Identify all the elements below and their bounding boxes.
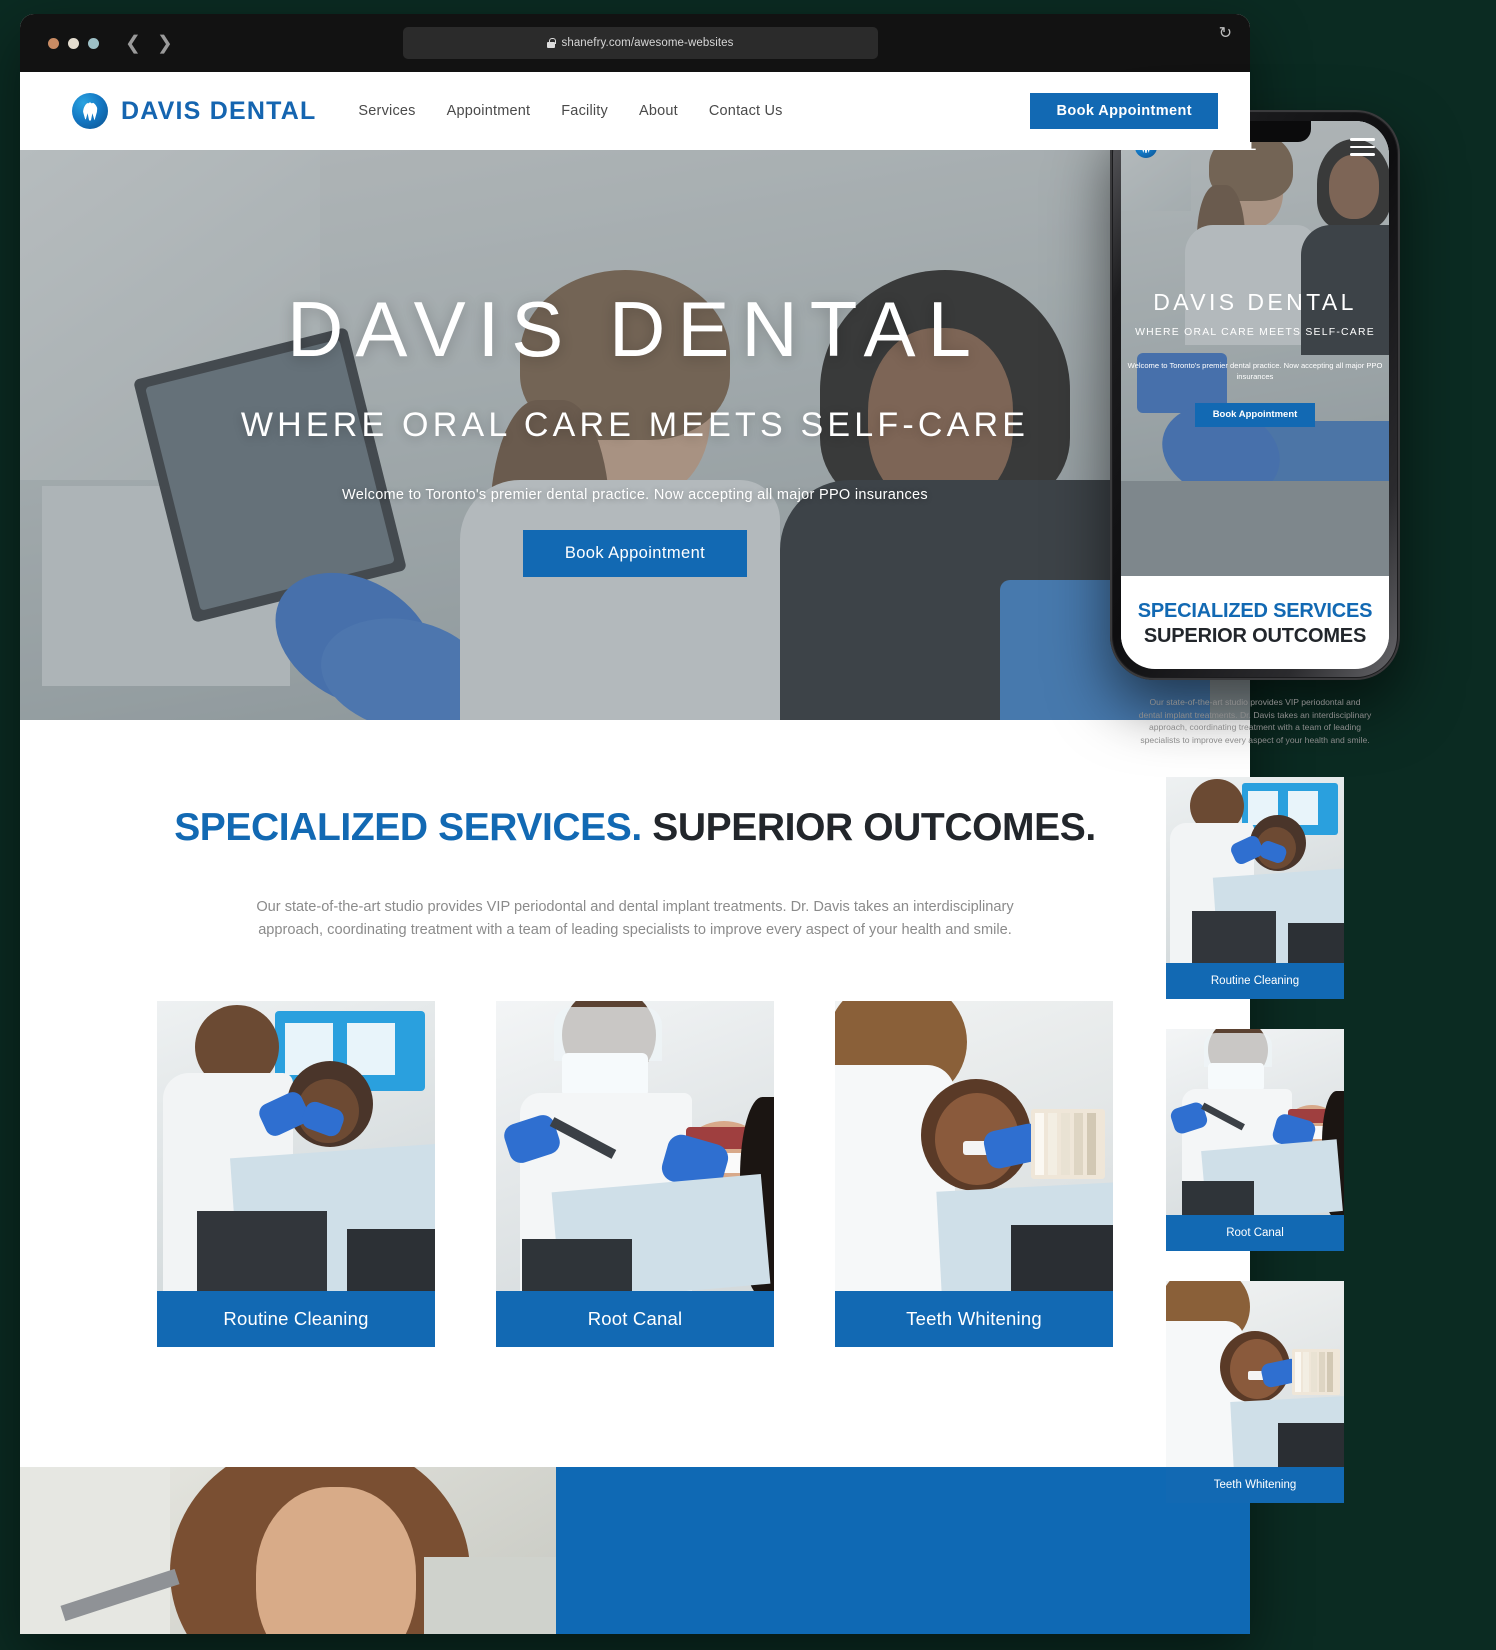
mobile-overflow-content: Our state-of-the-art studio provides VIP…	[1110, 690, 1400, 1590]
mobile-service-card-label: Routine Cleaning	[1166, 962, 1344, 999]
hero-title: DAVIS DENTAL	[287, 285, 983, 373]
mobile-services-paragraph: Our state-of-the-art studio provides VIP…	[1138, 697, 1372, 746]
service-card[interactable]: Root Canal	[496, 1001, 774, 1348]
mobile-service-card[interactable]: Root Canal	[1166, 1028, 1344, 1251]
nav-item-about[interactable]: About	[639, 103, 678, 119]
services-heading-accent: SPECIALIZED SERVICES.	[174, 806, 642, 849]
wellbeing-photo	[20, 1467, 556, 1634]
mobile-hero-subtitle: WHERE ORAL CARE MEETS SELF-CARE	[1135, 327, 1375, 338]
nav-item-services[interactable]: Services	[358, 103, 415, 119]
hero-description: Welcome to Toronto's premier dental prac…	[342, 487, 928, 503]
nav-item-appointment[interactable]: Appointment	[447, 103, 531, 119]
nav-book-appointment-button[interactable]: Book Appointment	[1030, 93, 1218, 129]
mobile-services-section: SPECIALIZED SERVICES SUPERIOR OUTCOMES	[1121, 576, 1389, 648]
browser-chrome-bar: ❮ ❯ shanefry.com/awesome-websites ↻	[20, 14, 1250, 72]
service-card-label: Routine Cleaning	[157, 1291, 435, 1348]
maximize-window-button[interactable]	[88, 37, 99, 49]
services-paragraph: Our state-of-the-art studio provides VIP…	[256, 899, 1014, 938]
service-card-image	[835, 1001, 1113, 1292]
brand-name: DAVIS DENTAL	[121, 96, 317, 125]
service-card-label: Teeth Whitening	[835, 1291, 1113, 1348]
minimize-window-button[interactable]	[68, 37, 79, 49]
url-text: shanefry.com/awesome-websites	[561, 37, 734, 49]
nav-item-facility[interactable]: Facility	[561, 103, 608, 119]
service-card-image	[496, 1001, 774, 1292]
service-cards: Routine Cleaning Root Canal Teeth Whiten…	[20, 1001, 1250, 1467]
hero-subtitle: WHERE ORAL CARE MEETS SELF-CARE	[240, 406, 1030, 444]
forward-icon[interactable]: ❯	[157, 34, 173, 53]
phone-mockup: DAVIS DENTAL WHERE ORAL CARE MEETS SELF-…	[1110, 110, 1400, 680]
mobile-hero-description: Welcome to Toronto's premier dental prac…	[1127, 361, 1383, 382]
mobile-service-card-label: Root Canal	[1166, 1214, 1344, 1251]
mobile-services-heading-accent: SPECIALIZED SERVICES	[1137, 600, 1373, 622]
mobile-book-appointment-button[interactable]: Book Appointment	[1194, 402, 1316, 427]
mobile-service-card-image	[1166, 1280, 1344, 1467]
mobile-hero-section: DAVIS DENTAL WHERE ORAL CARE MEETS SELF-…	[1121, 121, 1389, 576]
back-icon[interactable]: ❮	[125, 34, 141, 53]
services-section: SPECIALIZED SERVICES. SUPERIOR OUTCOMES.…	[20, 720, 1250, 1468]
service-card-label: Root Canal	[496, 1291, 774, 1348]
site-logo[interactable]: DAVIS DENTAL	[72, 93, 316, 129]
mobile-service-card-label: Teeth Whitening	[1166, 1466, 1344, 1503]
mobile-hero-title: DAVIS DENTAL	[1153, 289, 1357, 315]
hamburger-menu-icon[interactable]	[1350, 138, 1375, 156]
wellbeing-section: Your well-being is at the	[20, 1467, 1250, 1634]
close-window-button[interactable]	[48, 37, 59, 49]
mobile-service-card[interactable]: Routine Cleaning	[1166, 776, 1344, 999]
tooth-icon	[72, 93, 108, 129]
browser-window: ❮ ❯ shanefry.com/awesome-websites ↻ DAVI…	[20, 14, 1250, 1634]
service-card[interactable]: Routine Cleaning	[157, 1001, 435, 1348]
hero-book-appointment-button[interactable]: Book Appointment	[522, 530, 748, 577]
screenshot-stage: ❮ ❯ shanefry.com/awesome-websites ↻ DAVI…	[0, 0, 1496, 1650]
hero-section: DAVIS DENTAL WHERE ORAL CARE MEETS SELF-…	[20, 150, 1250, 720]
service-card[interactable]: Teeth Whitening	[835, 1001, 1113, 1348]
mobile-services-heading-rest: SUPERIOR OUTCOMES	[1143, 625, 1367, 647]
address-bar[interactable]: shanefry.com/awesome-websites	[403, 27, 878, 59]
services-heading: SPECIALIZED SERVICES. SUPERIOR OUTCOMES.	[20, 806, 1250, 850]
primary-nav: Services Appointment Facility About Cont…	[358, 103, 782, 119]
phone-screen: DAVIS DENTAL WHERE ORAL CARE MEETS SELF-…	[1121, 121, 1389, 669]
browser-nav-arrows[interactable]: ❮ ❯	[125, 34, 173, 53]
nav-item-contact-us[interactable]: Contact Us	[709, 103, 783, 119]
lock-icon	[547, 38, 556, 48]
reload-icon[interactable]: ↻	[1219, 23, 1232, 43]
window-traffic-lights[interactable]	[48, 37, 99, 49]
service-card-image	[157, 1001, 435, 1292]
mobile-service-card[interactable]: Teeth Whitening	[1166, 1280, 1344, 1503]
site-navbar: DAVIS DENTAL Services Appointment Facili…	[20, 72, 1250, 150]
services-heading-rest: SUPERIOR OUTCOMES.	[652, 806, 1096, 849]
mobile-service-card-image	[1166, 1028, 1344, 1215]
mobile-service-card-image	[1166, 776, 1344, 963]
